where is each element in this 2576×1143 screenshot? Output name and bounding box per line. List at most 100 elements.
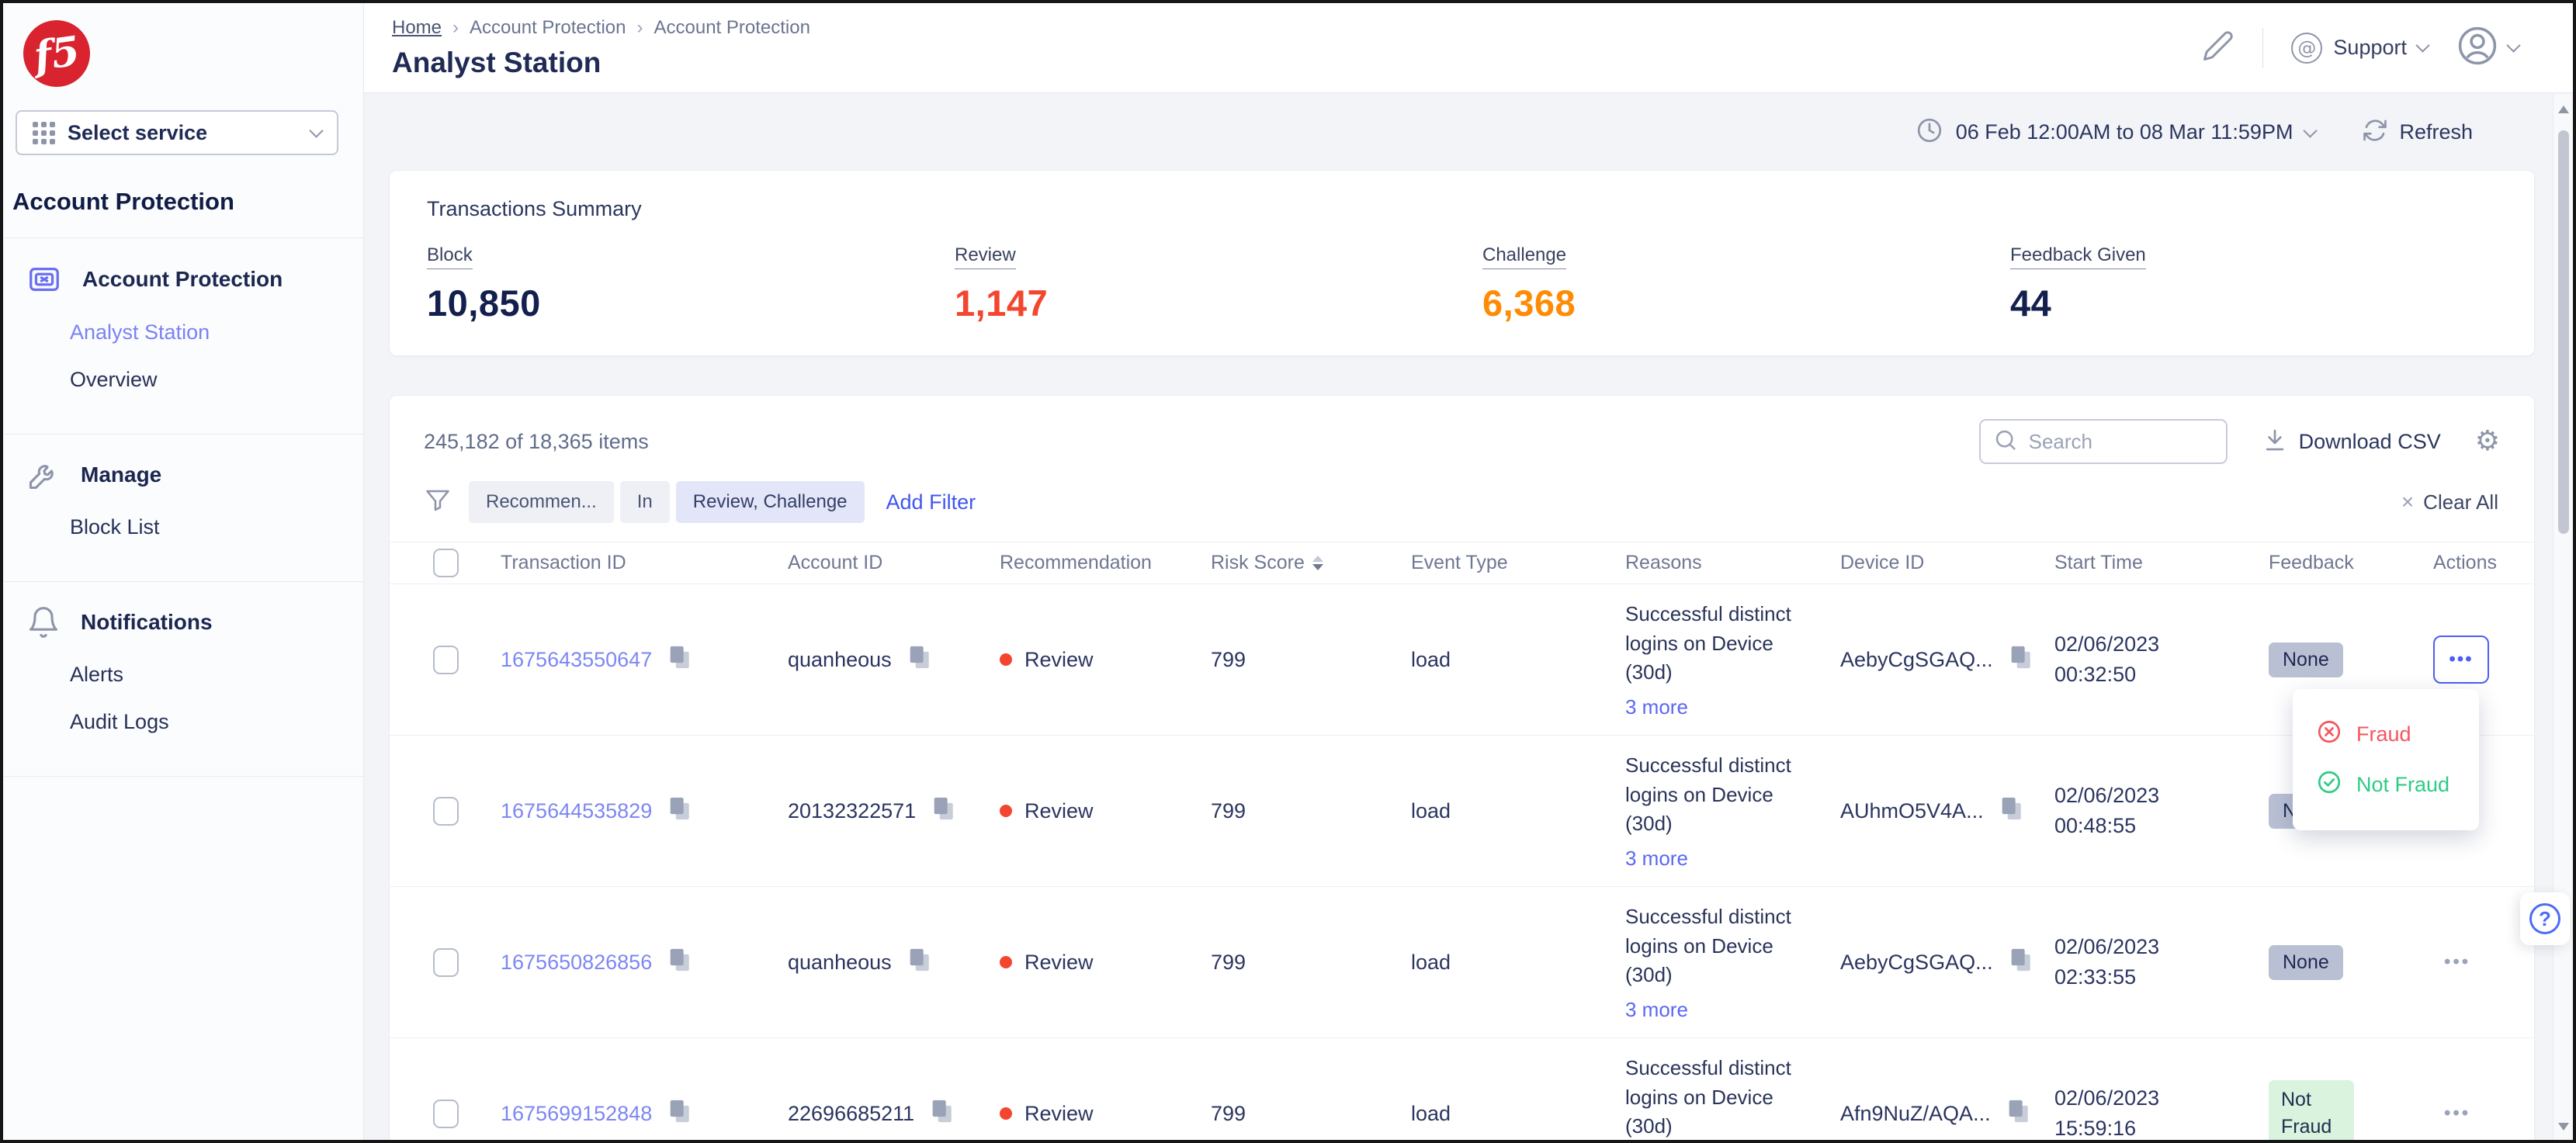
sort-icon[interactable] (1312, 556, 1323, 570)
metric-label-challenge[interactable]: Challenge (1482, 244, 1566, 269)
edit-pencil-icon[interactable] (2202, 29, 2234, 66)
sidebar-item-overview[interactable]: Overview (70, 368, 363, 392)
menu-item-not-fraud[interactable]: Not Fraud (2293, 760, 2479, 810)
chevron-down-icon (309, 123, 323, 137)
copy-icon[interactable] (1998, 793, 2024, 830)
sidebar-item-manage[interactable]: Manage (3, 458, 363, 492)
transaction-id-link[interactable]: 1675644535829 (501, 799, 652, 823)
column-header-start-time[interactable]: Start Time (2054, 552, 2269, 574)
row-checkbox[interactable] (433, 948, 459, 977)
copy-icon[interactable] (666, 642, 692, 678)
copy-icon[interactable] (2005, 1096, 2031, 1132)
row-checkbox[interactable] (433, 646, 459, 674)
table-row: 1675699152848 22696685211 Review 799 loa… (390, 1038, 2534, 1140)
topbar-divider (2262, 28, 2263, 68)
review-dot-icon (1000, 956, 1012, 968)
event-type: load (1411, 951, 1451, 975)
refresh-label: Refresh (2399, 120, 2473, 144)
add-filter-button[interactable]: Add Filter (886, 490, 976, 514)
column-header-reasons[interactable]: Reasons (1625, 552, 1840, 574)
copy-icon[interactable] (906, 642, 932, 678)
filter-value-chip[interactable]: Review, Challenge (676, 481, 865, 523)
start-time: 00:48:55 (2054, 811, 2269, 841)
copy-icon[interactable] (930, 793, 956, 830)
account-id: quanheous (788, 951, 892, 975)
row-actions-button[interactable]: ••• (2433, 944, 2481, 981)
metric-label-feedback-given[interactable]: Feedback Given (2010, 244, 2146, 269)
row-actions-button[interactable]: ••• (2433, 1095, 2481, 1132)
filter-operator-chip[interactable]: In (620, 481, 670, 523)
column-header-feedback[interactable]: Feedback (2269, 552, 2433, 574)
support-label: Support (2333, 36, 2407, 60)
transaction-id-link[interactable]: 1675643550647 (501, 648, 652, 672)
column-header-risk-score[interactable]: Risk Score (1211, 552, 1411, 574)
download-csv-button[interactable]: Download CSV (2262, 427, 2441, 457)
copy-icon[interactable] (666, 1096, 692, 1132)
column-header-event-type[interactable]: Event Type (1411, 552, 1625, 574)
column-header-recommendation[interactable]: Recommendation (1000, 552, 1211, 574)
circle-check-icon (2316, 769, 2342, 801)
date-range-text: 06 Feb 12:00AM to 08 Mar 11:59PM (1956, 120, 2293, 144)
row-checkbox[interactable] (433, 1100, 459, 1128)
device-id: Afn9NuZ/AQA... (1840, 1102, 1991, 1126)
nav-group-label: Notifications (81, 610, 213, 635)
search-icon (1993, 428, 2018, 456)
help-button[interactable]: ? (2520, 892, 2570, 945)
scroll-down-icon[interactable] (2558, 1123, 2569, 1131)
breadcrumb-home[interactable]: Home (392, 17, 442, 39)
scroll-up-icon[interactable] (2558, 106, 2569, 113)
wrench-icon (26, 458, 61, 492)
row-checkbox[interactable] (433, 797, 459, 826)
service-selector[interactable]: Select service (16, 110, 338, 155)
copy-icon[interactable] (666, 793, 692, 830)
refresh-button[interactable]: Refresh (2362, 117, 2473, 147)
sidebar-item-notifications[interactable]: Notifications (3, 605, 363, 639)
vertical-scrollbar[interactable] (2553, 95, 2573, 1140)
funnel-icon (424, 487, 452, 518)
more-reasons-link[interactable]: 3 more (1625, 695, 1688, 719)
transaction-id-link[interactable]: 1675699152848 (501, 1102, 652, 1126)
metric-value-review: 1,147 (955, 282, 1482, 324)
feedback-badge: None (2269, 643, 2343, 677)
metric-label-block[interactable]: Block (427, 244, 473, 269)
select-all-checkbox[interactable] (433, 549, 459, 577)
copy-icon[interactable] (2007, 944, 2033, 981)
row-actions-button[interactable]: ••• (2433, 636, 2489, 684)
sidebar-item-alerts[interactable]: Alerts (70, 663, 363, 687)
sidebar-item-account-protection[interactable]: Account Protection (3, 262, 363, 297)
transaction-id-link[interactable]: 1675650826856 (501, 951, 652, 975)
sidebar-item-block-list[interactable]: Block List (70, 515, 363, 539)
menu-item-fraud[interactable]: Fraud (2293, 709, 2479, 760)
column-header-transaction-id[interactable]: Transaction ID (501, 552, 788, 574)
metric-value-block: 10,850 (427, 282, 955, 324)
metric-block: Block 10,850 (427, 244, 955, 324)
support-menu[interactable]: @ Support (2291, 33, 2428, 64)
filter-field-chip[interactable]: Recommen... (469, 481, 614, 523)
copy-icon[interactable] (2007, 642, 2033, 678)
user-menu[interactable] (2456, 24, 2519, 71)
breadcrumb-account-protection[interactable]: Account Protection (470, 17, 626, 39)
breadcrumb-account-protection-2[interactable]: Account Protection (654, 17, 810, 39)
f5-logo: f5 (23, 20, 90, 87)
column-header-account-id[interactable]: Account ID (788, 552, 1000, 574)
sidebar-item-analyst-station[interactable]: Analyst Station (70, 320, 363, 345)
metric-value-challenge: 6,368 (1482, 282, 2010, 324)
more-reasons-link[interactable]: 3 more (1625, 847, 1688, 871)
gear-icon[interactable]: ⚙ (2475, 428, 2500, 455)
device-id: AebyCgSGAQ... (1840, 648, 1993, 672)
more-reasons-link[interactable]: 3 more (1625, 998, 1688, 1022)
date-range-picker[interactable]: 06 Feb 12:00AM to 08 Mar 11:59PM (1916, 116, 2316, 148)
copy-icon[interactable] (666, 944, 692, 981)
metric-label-review[interactable]: Review (955, 244, 1016, 269)
search-box[interactable] (1979, 419, 2228, 464)
copy-icon[interactable] (906, 944, 932, 981)
summary-title: Transactions Summary (427, 197, 2497, 221)
account-id: 20132322571 (788, 799, 916, 823)
feedback-badge: Not Fraud (2269, 1080, 2354, 1140)
copy-icon[interactable] (928, 1096, 955, 1132)
scrollbar-thumb[interactable] (2558, 130, 2569, 534)
sidebar-item-audit-logs[interactable]: Audit Logs (70, 710, 363, 734)
column-header-device-id[interactable]: Device ID (1840, 552, 2054, 574)
search-input[interactable] (2029, 430, 2207, 454)
clear-all-button[interactable]: × Clear All (2401, 490, 2498, 514)
